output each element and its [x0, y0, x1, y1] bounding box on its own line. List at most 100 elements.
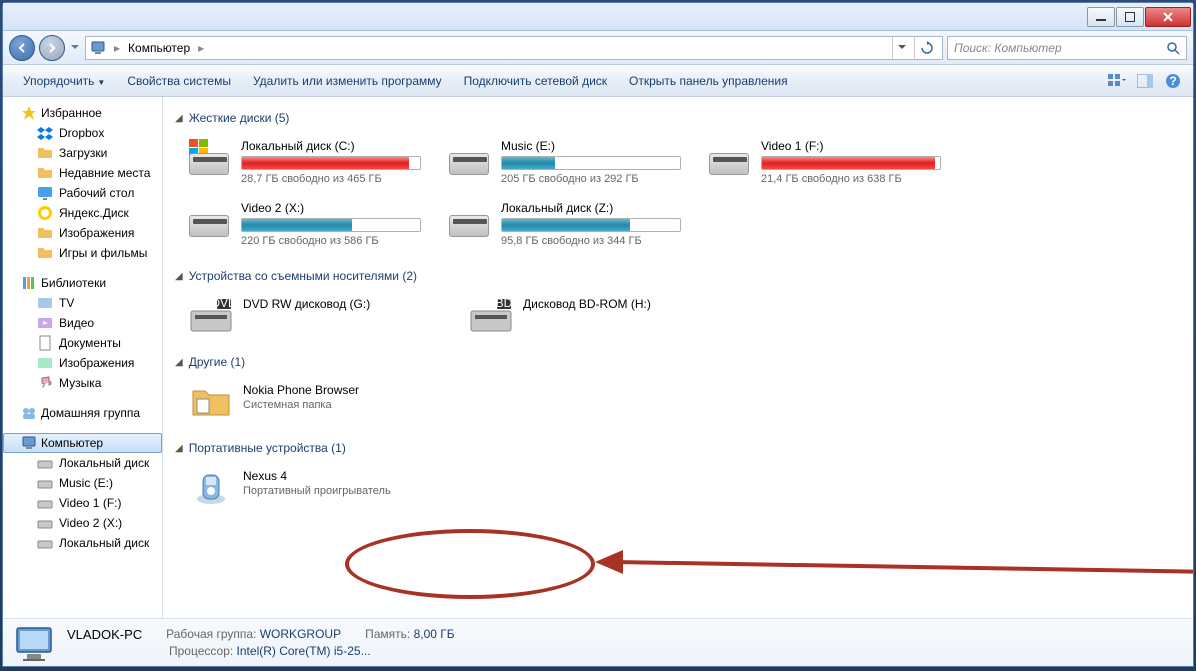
svg-text:DVD: DVD — [211, 297, 233, 310]
preview-pane-button[interactable] — [1135, 71, 1155, 91]
drive-icon — [709, 139, 753, 175]
close-button[interactable] — [1145, 7, 1191, 27]
sidebar-item-yandex[interactable]: Яндекс.Диск — [3, 203, 162, 223]
libraries-header[interactable]: Библиотеки — [3, 273, 162, 293]
device-name: Nokia Phone Browser — [243, 383, 359, 397]
drive-item[interactable]: Video 1 (F:) 21,4 ГБ свободно из 638 ГБ — [705, 135, 945, 189]
library-icon — [21, 275, 37, 291]
drive-usage-bar — [501, 156, 681, 170]
minimize-button[interactable] — [1087, 7, 1115, 27]
sidebar-item-images[interactable]: Изображения — [3, 223, 162, 243]
tv-icon — [37, 295, 53, 311]
refresh-button[interactable] — [914, 37, 938, 59]
pictures-icon — [37, 355, 53, 371]
optical-drive-item[interactable]: DVD DVD RW дисковод (G:) — [185, 293, 445, 337]
music-icon — [37, 375, 53, 391]
star-icon — [21, 105, 37, 121]
homegroup-header[interactable]: Домашняя группа — [3, 403, 162, 423]
svg-text:?: ? — [1169, 74, 1176, 88]
optical-drive-item[interactable]: BD Дисковод BD-ROM (H:) — [465, 293, 725, 337]
system-properties-button[interactable]: Свойства системы — [117, 70, 241, 92]
memory-value: 8,00 ГБ — [414, 627, 455, 641]
organize-menu[interactable]: Упорядочить▼ — [13, 70, 115, 92]
drive-item[interactable]: Локальный диск (C:) 28,7 ГБ свободно из … — [185, 135, 425, 189]
device-name: DVD RW дисковод (G:) — [243, 297, 370, 311]
sidebar-item-local-disk-c[interactable]: Локальный диск — [3, 453, 162, 473]
back-button[interactable] — [9, 35, 35, 61]
device-sub: Портативный проигрыватель — [243, 485, 391, 497]
drive-usage-bar — [761, 156, 941, 170]
drive-free-text: 28,7 ГБ свободно из 465 ГБ — [241, 173, 421, 185]
drive-name: Video 1 (F:) — [761, 139, 941, 153]
favorites-header[interactable]: Избранное — [3, 103, 162, 123]
hard-drives-header[interactable]: ◢Жесткие диски (5) — [175, 107, 1181, 129]
drive-icon — [37, 495, 53, 511]
sidebar-item-downloads[interactable]: Загрузки — [3, 143, 162, 163]
drive-free-text: 220 ГБ свободно из 586 ГБ — [241, 235, 421, 247]
address-dropdown[interactable] — [892, 37, 910, 59]
svg-text:BD: BD — [496, 297, 513, 310]
map-network-drive-button[interactable]: Подключить сетевой диск — [454, 70, 617, 92]
sidebar-item-tv[interactable]: TV — [3, 293, 162, 313]
sidebar-item-local-disk-z[interactable]: Локальный диск — [3, 533, 162, 553]
sidebar-item-desktop[interactable]: Рабочий стол — [3, 183, 162, 203]
system-folder-item[interactable]: Nokia Phone Browser Системная папка — [185, 379, 445, 423]
nav-history-dropdown[interactable] — [69, 38, 81, 58]
other-header[interactable]: ◢Другие (1) — [175, 351, 1181, 373]
drive-icon — [189, 139, 233, 175]
drive-icon — [37, 515, 53, 531]
address-bar[interactable]: ▸ Компьютер ▸ — [85, 36, 943, 60]
forward-button[interactable] — [39, 35, 65, 61]
view-options-button[interactable] — [1107, 71, 1127, 91]
computer-icon — [90, 40, 106, 56]
sidebar-item-video1-f[interactable]: Video 1 (F:) — [3, 493, 162, 513]
drive-icon — [189, 201, 233, 237]
titlebar — [3, 3, 1193, 31]
computer-name: VLADOK-PC — [67, 627, 142, 642]
sidebar-item-documents[interactable]: Документы — [3, 333, 162, 353]
open-control-panel-button[interactable]: Открыть панель управления — [619, 70, 798, 92]
drive-free-text: 95,8 ГБ свободно из 344 ГБ — [501, 235, 681, 247]
breadcrumb-separator: ▸ — [194, 41, 208, 55]
folder-icon — [37, 225, 53, 241]
removable-header[interactable]: ◢Устройства со съемными носителями (2) — [175, 265, 1181, 287]
dropbox-icon — [37, 125, 53, 141]
sidebar-item-video[interactable]: Видео — [3, 313, 162, 333]
drive-name: Video 2 (X:) — [241, 201, 421, 215]
help-button[interactable]: ? — [1163, 71, 1183, 91]
optical-drive-icon: DVD — [189, 297, 233, 333]
workgroup-value: WORKGROUP — [260, 627, 341, 641]
drive-name: Music (E:) — [501, 139, 681, 153]
computer-header[interactable]: Компьютер — [3, 433, 162, 453]
sidebar-item-video2-x[interactable]: Video 2 (X:) — [3, 513, 162, 533]
drive-usage-bar — [241, 218, 421, 232]
video-icon — [37, 315, 53, 331]
drive-icon — [37, 455, 53, 471]
sidebar-item-dropbox[interactable]: Dropbox — [3, 123, 162, 143]
sidebar-item-pictures[interactable]: Изображения — [3, 353, 162, 373]
drive-usage-bar — [241, 156, 421, 170]
drive-item[interactable]: Video 2 (X:) 220 ГБ свободно из 586 ГБ — [185, 197, 425, 251]
device-sub: Системная папка — [243, 399, 359, 411]
portable-header[interactable]: ◢Портативные устройства (1) — [175, 437, 1181, 459]
drive-name: Локальный диск (Z:) — [501, 201, 681, 215]
portable-device-item[interactable]: Nexus 4Портативный проигрыватель — [185, 465, 445, 509]
drive-item[interactable]: Локальный диск (Z:) 95,8 ГБ свободно из … — [445, 197, 685, 251]
drive-item[interactable]: Music (E:) 205 ГБ свободно из 292 ГБ — [445, 135, 685, 189]
uninstall-program-button[interactable]: Удалить или изменить программу — [243, 70, 452, 92]
folder-icon — [37, 145, 53, 161]
sidebar-item-music[interactable]: Музыка — [3, 373, 162, 393]
computer-icon — [13, 624, 55, 662]
navbar: ▸ Компьютер ▸ Поиск: Компьютер — [3, 31, 1193, 65]
breadcrumb-separator: ▸ — [110, 41, 124, 55]
search-box[interactable]: Поиск: Компьютер — [947, 36, 1187, 60]
drive-icon — [37, 475, 53, 491]
breadcrumb-computer[interactable]: Компьютер — [128, 41, 190, 55]
folder-icon — [37, 245, 53, 261]
sidebar-item-music-e[interactable]: Music (E:) — [3, 473, 162, 493]
documents-icon — [37, 335, 53, 351]
sidebar-item-games[interactable]: Игры и фильмы — [3, 243, 162, 263]
maximize-button[interactable] — [1116, 7, 1144, 27]
folder-icon — [189, 383, 233, 419]
sidebar-item-recent[interactable]: Недавние места — [3, 163, 162, 183]
